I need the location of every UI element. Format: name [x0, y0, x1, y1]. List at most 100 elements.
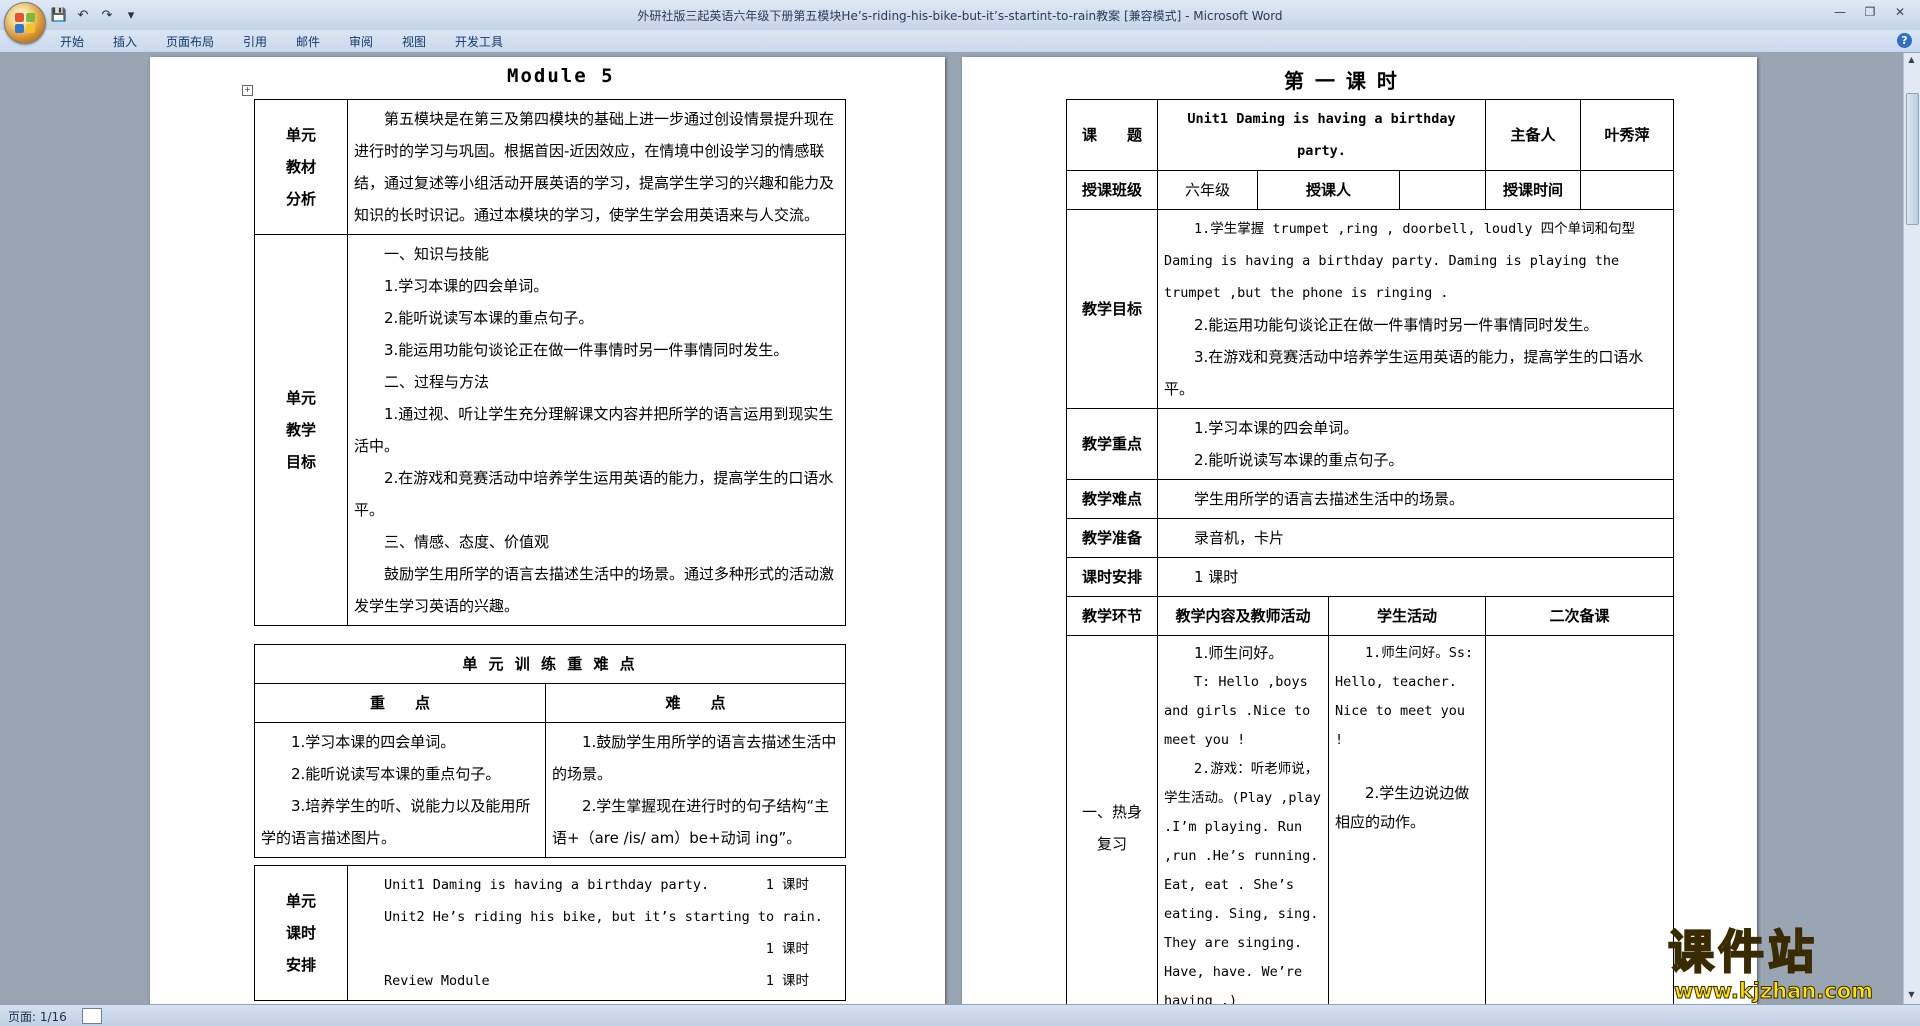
class-value: 六年级 — [1157, 170, 1258, 210]
time-label: 授课时间 — [1485, 170, 1582, 210]
key-points-heading: 单 元 训 练 重 难 点 — [254, 644, 846, 684]
module-table: 单元 教材 分析 第五模块是在第三及第四模块的基础上进一步通过创设情景提升现在进行时… — [254, 99, 846, 626]
topic-label: 课 题 — [1066, 99, 1158, 171]
page-count[interactable]: 页面: 1/16 — [8, 1008, 67, 1025]
watermark-name: 课件站 — [1667, 924, 1818, 980]
teacher-activity-item: 2.游戏：听老师说，学生活动。(Play ,play .I’m playing.… — [1164, 761, 1321, 1004]
objective-item: 1.学生掌握 trumpet ,ring , doorbell, loudly … — [1164, 221, 1636, 301]
minimize-button[interactable]: — — [1826, 2, 1854, 22]
tab-home[interactable]: 开始 — [60, 33, 84, 50]
window-title: 外研社版三起英语六年级下册第五模块He’s-riding-his-bike-bu… — [637, 9, 1283, 23]
teacher-value[interactable] — [1398, 170, 1487, 210]
analysis-text: 第五模块是在第三及第四模块的基础上进一步通过创设情景提升现在进行时的学习与巩固。… — [347, 99, 846, 235]
hours-label: 课时安排 — [1066, 557, 1158, 597]
difficulty-row: 教学难点 学生用所学的语言去描述生活中的场景。 — [1066, 479, 1674, 519]
analysis-label: 单元 教材 分析 — [254, 99, 348, 235]
goals-line: 1.通过视、听让学生充分理解课文内容并把所学的语言运用到现实生活中。 — [354, 405, 834, 455]
prep-name: 叶秀萍 — [1580, 99, 1674, 171]
goals-line: 鼓励学生用所学的语言去描述生活中的场景。通过多种形式的活动激发学生学习英语的兴趣… — [354, 565, 835, 615]
objectives-label: 教学目标 — [1066, 209, 1158, 409]
key-row: 教学重点 1.学习本课的四会单词。 2.能听说读写本课的重点句子。 — [1066, 408, 1674, 480]
schedule-row: Unit2 He’s riding his bike, but it’s sta… — [384, 909, 823, 957]
goals-cell: 一、知识与技能 1.学习本课的四会单词。 2.能听说读写本课的重点句子。 3.能… — [347, 234, 846, 626]
page-title: Module 5 — [507, 65, 615, 87]
step-label: 一、热身 复习 — [1066, 635, 1158, 1004]
goals-line: 二、过程与方法 — [384, 373, 490, 391]
office-button[interactable] — [4, 2, 46, 44]
close-button[interactable]: ✕ — [1886, 2, 1914, 22]
key-item: 1.学习本课的四会单词。 — [1194, 419, 1359, 437]
key-item: 2.能听说读写本课的重点句子。 — [1194, 451, 1404, 469]
tab-references[interactable]: 引用 — [243, 33, 267, 50]
macro-record-icon[interactable] — [82, 1008, 102, 1024]
schedule-cell: Unit1 Daming is having a birthday party.… — [347, 865, 846, 1001]
prep-label: 主备人 — [1485, 99, 1582, 171]
time-value[interactable] — [1580, 170, 1674, 210]
objectives-row: 教学目标 1.学生掌握 trumpet ,ring , doorbell, lo… — [1066, 209, 1674, 409]
scrollbar-thumb[interactable] — [1906, 93, 1919, 225]
objective-item: 2.能运用功能句谈论正在做一件事情时另一件事情同时发生。 — [1194, 316, 1599, 334]
document-workspace: + Module 5 单元 教材 分析 第五模块是在第三及第四模块的基础上进一步通过… — [0, 53, 1904, 1004]
objectives-cell: 1.学生掌握 trumpet ,ring , doorbell, loudly … — [1157, 209, 1674, 409]
difficulty-item: 1.鼓励学生用所学的语言去描述生活中的场景。 — [552, 733, 837, 783]
hours-value: 1 课时 — [1157, 557, 1674, 597]
prepare-value: 录音机，卡片 — [1157, 518, 1674, 558]
prepare-row: 教学准备 录音机，卡片 — [1066, 518, 1674, 558]
process-row: 一、热身 复习 1.师生问好。 T: Hello ,boys and girls … — [1066, 635, 1674, 1004]
prepare-label: 教学准备 — [1066, 518, 1158, 558]
difficulty-item: 2.学生掌握现在进行时的句子结构“主语+（are /is/ am）be+动词 i… — [552, 797, 830, 847]
key-head: 重 点 — [254, 683, 546, 723]
class-label: 授课班级 — [1066, 170, 1158, 210]
student-head: 学生活动 — [1327, 596, 1487, 636]
second-prep-head: 二次备课 — [1485, 596, 1674, 636]
topic-value: Unit1 Daming is having a birthday party. — [1156, 99, 1487, 171]
teacher-activity-item: 1.师生问好。 — [1194, 644, 1284, 662]
goals-line: 三、情感、态度、价值观 — [384, 533, 550, 551]
goals-line: 3.能运用功能句谈论正在做一件事情时另一件事情同时发生。 — [384, 341, 789, 359]
second-prep-cell[interactable] — [1485, 635, 1674, 1004]
step-head: 教学环节 — [1066, 596, 1158, 636]
goals-line: 2.在游戏和竞赛活动中培养学生运用英语的能力，提高学生的口语水平。 — [354, 469, 834, 519]
key-label: 教学重点 — [1066, 408, 1158, 480]
class-row: 授课班级 六年级 授课人 授课时间 — [1066, 170, 1674, 210]
teacher-label: 授课人 — [1257, 170, 1400, 210]
key-item: 2.能听说读写本课的重点句子。 — [291, 765, 501, 783]
student-activity-item: 1.师生问好。Ss: Hello, teacher. Nice to meet … — [1335, 645, 1474, 748]
tab-mailings[interactable]: 邮件 — [296, 33, 320, 50]
schedule-label: 单元 课时 安排 — [254, 865, 348, 1001]
goals-line: 2.能听说读写本课的重点句子。 — [384, 309, 594, 327]
scroll-up-icon[interactable]: ▲ — [1906, 55, 1917, 67]
document-page-right: 第 一 课 时 课 题 Unit1 Daming is having a bir… — [962, 57, 1757, 1004]
tab-review[interactable]: 审阅 — [349, 33, 373, 50]
teacher-activity-item: T: Hello ,boys and girls .Nice to meet y… — [1164, 674, 1311, 748]
goals-line: 一、知识与技能 — [384, 245, 490, 263]
content-head: 教学内容及教师活动 — [1157, 596, 1329, 636]
title-bar: 💾 ↶ ↷ ▾ 外研社版三起英语六年级下册第五模块He’s-riding-his… — [0, 0, 1920, 44]
difficulty-label: 教学难点 — [1066, 479, 1158, 519]
watermark-url: www.kjzhan.com — [1674, 979, 1874, 1004]
lesson-title: 第 一 课 时 — [1284, 69, 1399, 93]
status-bar: 页面: 1/16 — [0, 1004, 1920, 1026]
office-logo-icon — [15, 13, 35, 33]
schedule-row: Unit1 Daming is having a birthday party.… — [384, 877, 809, 893]
schedule-table: 单元 课时 安排 Unit1 Daming is having a birthday… — [254, 865, 846, 1001]
tab-insert[interactable]: 插入 — [113, 33, 137, 50]
goals-row: 单元 教学 目标 一、知识与技能 1.学习本课的四会单词。 2.能听说读写本课的重点… — [254, 234, 846, 626]
vertical-scrollbar[interactable]: ▲ ▼ — [1903, 53, 1920, 1004]
difficulty-head: 难 点 — [545, 683, 846, 723]
key-list: 1.学习本课的四会单词。 2.能听说读写本课的重点句子。 3.培养学生的听、说能… — [254, 722, 546, 858]
tab-view[interactable]: 视图 — [402, 33, 426, 50]
help-icon[interactable]: ? — [1897, 33, 1912, 48]
goals-line: 1.学习本课的四会单词。 — [384, 277, 549, 295]
student-activity-item: 2.学生边说边做相应的动作。 — [1335, 784, 1470, 831]
tab-page-layout[interactable]: 页面布局 — [166, 33, 214, 50]
table-move-handle-icon[interactable]: + — [242, 85, 253, 96]
schedule-row: Review Module 1 课时 — [384, 973, 809, 989]
tab-developer[interactable]: 开发工具 — [455, 33, 503, 50]
difficulty-value: 学生用所学的语言去描述生活中的场景。 — [1157, 479, 1674, 519]
hours-row: 课时安排 1 课时 — [1066, 557, 1674, 597]
restore-button[interactable]: ❐ — [1856, 2, 1884, 22]
document-page-left: + Module 5 单元 教材 分析 第五模块是在第三及第四模块的基础上进一步通过… — [150, 57, 945, 1004]
goals-label: 单元 教学 目标 — [254, 234, 348, 626]
window-controls: — ❐ ✕ — [1826, 2, 1914, 22]
